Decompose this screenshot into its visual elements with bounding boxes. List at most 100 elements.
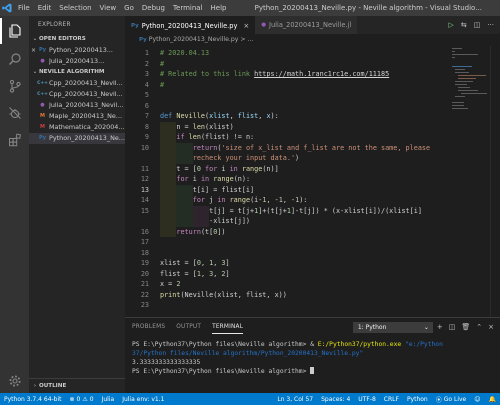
close-icon[interactable]: × (243, 22, 249, 30)
terminal-output[interactable]: PS E:\Python37\Python files\Neville algo… (132, 340, 492, 376)
file-item[interactable]: C++ Cpp_20200413_Nevil... (29, 89, 125, 100)
explorer-activity-button[interactable] (0, 18, 29, 44)
julia-indicator[interactable]: Julia (98, 396, 119, 403)
line-number: 12 (140, 175, 149, 183)
menu-selection[interactable]: Selection (55, 4, 95, 12)
open-editor-item[interactable]: ● Julia_20200413... (29, 56, 125, 67)
line-number: 6 (144, 101, 149, 110)
tab-python-file[interactable]: Py Python_20200413_Neville.py × (125, 16, 256, 34)
file-item[interactable]: ● Julia_20200413_Nevill... (29, 100, 125, 111)
menu-debug[interactable]: Debug (138, 4, 169, 12)
feedback-icon[interactable]: ☺ (470, 396, 484, 403)
code-token: for (205, 164, 222, 173)
menu-terminal[interactable]: Terminal (169, 4, 207, 12)
code-token: range (241, 164, 263, 173)
code-token: , - (266, 196, 279, 204)
chevron-down-icon: ⌄ (423, 323, 429, 331)
code-token: i (221, 164, 230, 173)
close-icon[interactable]: × (29, 45, 38, 56)
vertical-scrollbar[interactable] (490, 46, 500, 317)
line-number: 10 (140, 143, 149, 152)
code-text: flist = [1, 3, 2] (160, 269, 230, 280)
code-line: 5 (125, 90, 455, 101)
split-editor-icon[interactable]: ◫ (474, 21, 481, 29)
file-item-selected[interactable]: Py Python_20200413_Ne... (29, 133, 125, 144)
go-live-button[interactable]: ⦿ Go Live (432, 395, 471, 404)
file-item[interactable]: C++ Cpp_20200413_Nevil... (29, 78, 125, 89)
tab-output[interactable]: OUTPUT (176, 321, 201, 333)
line-number: 2 (144, 59, 149, 68)
extensions-activity-button[interactable] (0, 127, 29, 153)
code-token: return (192, 143, 218, 152)
indentation[interactable]: Spaces: 4 (317, 396, 354, 403)
menu-file[interactable]: File (14, 4, 34, 12)
julia-env-indicator[interactable]: Julia env: v1.1 (118, 396, 168, 403)
minimap[interactable] (450, 46, 488, 110)
debug-activity-button[interactable] (0, 100, 29, 126)
panel-tabs: PROBLEMS OUTPUT TERMINAL 1: Python ⌄ + ◫… (125, 318, 500, 336)
code-token: https://math.1ranc1rc1e.com/11185 (254, 70, 390, 78)
terminal-text: PS E:\Python37\Python files\Neville algo… (132, 368, 311, 375)
bell-icon[interactable]: 🔔 (485, 396, 500, 403)
code-line: 9 if len(flist) != n: (125, 132, 455, 143)
language-mode[interactable]: Python (403, 396, 432, 403)
terminal-line: 37/Python files/Neville algorithm/Python… (132, 349, 492, 358)
end-of-line[interactable]: CRLF (380, 396, 403, 403)
tab-problems[interactable]: PROBLEMS (132, 321, 165, 333)
terminal-text: PS E:\Python37\Python files\Neville algo… (132, 341, 311, 348)
outline-header[interactable]: › OUTLINE (29, 379, 125, 393)
cursor-position[interactable]: Ln 3, Col 57 (273, 396, 317, 403)
file-item[interactable]: M Maple_20200413_Nev... (29, 111, 125, 122)
julia-file-icon: ● (40, 102, 45, 108)
file-item[interactable]: M Mathematica_202004... (29, 122, 125, 133)
menu-edit[interactable]: Edit (34, 4, 56, 12)
problems-indicator[interactable]: ⊗ 0 ⚠ 0 (66, 396, 98, 403)
go-live-label: Go Live (443, 395, 467, 403)
code-line: 8 n = len(xlist) (125, 121, 455, 132)
code-token: ]+(t[j+ (258, 206, 287, 215)
code-token: recheck your input data.' (160, 154, 296, 162)
split-terminal-icon[interactable]: ◫ (449, 323, 456, 331)
source-control-activity-button[interactable] (0, 73, 29, 99)
tab-julia-file[interactable]: ● Julia_20200413_Neville.jl (255, 16, 358, 34)
python-interpreter[interactable]: Python 3.7.4 64-bit (0, 396, 66, 403)
extensions-icon (8, 133, 22, 147)
python-file-icon: Py (38, 47, 47, 53)
open-editors-header[interactable]: ⌄ OPEN EDITORS (29, 34, 125, 45)
close-icon[interactable]: × (488, 323, 494, 331)
code-line: 10 return('size of x_list and f_list are… (125, 142, 455, 153)
encoding[interactable]: UTF-8 (354, 396, 380, 403)
maximize-panel-icon[interactable]: ⌃ (476, 323, 482, 331)
explorer-sidebar: EXPLORER ⌄ OPEN EDITORS × Py Python_20200… (29, 16, 125, 393)
code-token: in (200, 175, 214, 183)
terminal-text: & (310, 341, 318, 348)
run-icon[interactable]: ▷ (448, 21, 453, 29)
compare-icon[interactable]: ⇆ (461, 21, 467, 29)
more-actions-icon[interactable]: ··· (487, 21, 494, 29)
menu-help[interactable]: Help (207, 4, 231, 12)
tab-label: Python_20200413_Neville.py (141, 21, 238, 30)
manage-activity-button[interactable] (0, 368, 29, 394)
folder-header[interactable]: ⌄ NEVILLE ALGORITHM (29, 67, 125, 78)
code-text: # 2020.04.13 (160, 48, 209, 59)
code-editor[interactable]: 1 # 2020.04.13 2 #3 # Related to this link h… (125, 46, 500, 317)
menu-view[interactable]: View (96, 4, 121, 12)
tab-terminal[interactable]: TERMINAL (212, 321, 244, 334)
code-token: ): (299, 196, 308, 204)
line-number: 7 (144, 112, 149, 120)
open-editor-item[interactable]: × Py Python_20200413... (29, 45, 125, 56)
code-line: 17 (125, 237, 455, 248)
python-file-icon: Py (139, 37, 147, 43)
code-text: # Related to this link https://math.1ran… (160, 69, 389, 80)
search-activity-button[interactable] (0, 46, 29, 72)
breadcrumb[interactable]: Py Python_20200413_Neville.py > ... (125, 34, 500, 46)
line-number: 9 (144, 133, 149, 141)
new-terminal-icon[interactable]: + (437, 323, 443, 331)
menu-go[interactable]: Go (120, 4, 138, 12)
trash-icon[interactable]: 🗑 (461, 323, 470, 331)
terminal-select[interactable]: 1: Python ⌄ (352, 321, 433, 333)
code-line: 22 print(Neville(xlist, flist, x)) (125, 290, 455, 301)
files-icon (8, 24, 23, 38)
code-token: ] (225, 259, 230, 267)
